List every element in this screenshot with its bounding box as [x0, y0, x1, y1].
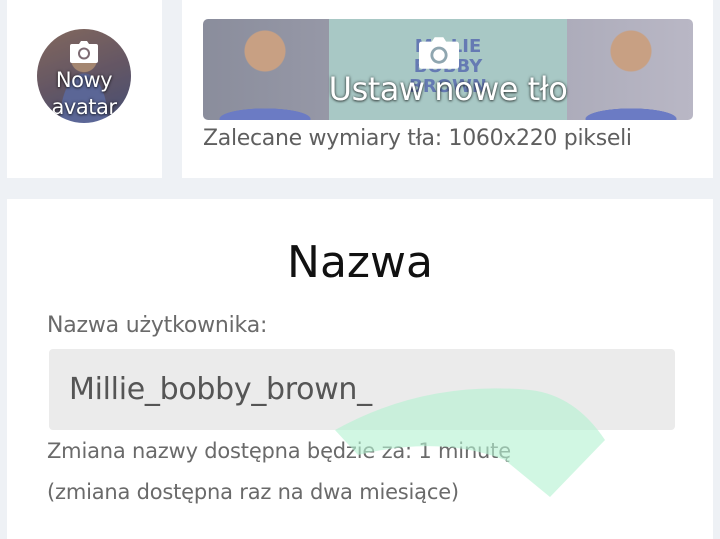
background-size-hint: Zalecane wymiary tła: 1060x220 pikseli — [203, 126, 632, 151]
background-upload-label: Ustaw nowe tło — [328, 70, 568, 108]
name-card: Nazwa Nazwa użytkownika: Zmiana nazwy do… — [7, 199, 713, 539]
avatar-upload-button[interactable]: Nowy avatar — [37, 29, 131, 123]
background-upload-button[interactable]: MILLIEBOBBYBROWN Ustaw nowe tło — [203, 19, 693, 120]
username-label: Nazwa użytkownika: — [47, 313, 268, 338]
camera-icon — [70, 41, 98, 63]
avatar-upload-label: Nowy avatar — [51, 68, 117, 119]
camera-icon — [419, 37, 459, 69]
availability-text: Zmiana nazwy dostępna będzie za: 1 minut… — [47, 439, 511, 463]
avatar-card: Nowy avatar — [7, 0, 162, 178]
username-input[interactable] — [49, 349, 675, 430]
section-title: Nazwa — [287, 237, 433, 288]
frequency-note: (zmiana dostępna raz na dwa miesiące) — [47, 480, 459, 504]
background-card: MILLIEBOBBYBROWN Ustaw nowe tło Zalecane… — [182, 0, 713, 178]
